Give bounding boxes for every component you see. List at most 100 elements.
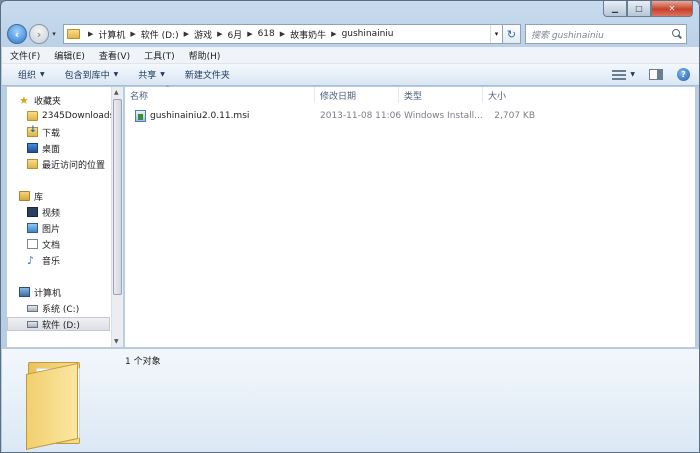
column-header-modified[interactable]: 修改日期 (315, 87, 399, 103)
include-in-library-button[interactable]: 包含到库中 ▼ (65, 68, 119, 81)
menu-help[interactable]: 帮助(H) (189, 49, 221, 62)
nav-label: 音乐 (42, 256, 61, 267)
preview-pane-icon[interactable] (649, 69, 663, 80)
recent-pages-dropdown[interactable]: ▾ (49, 30, 59, 38)
file-list-pane: 名称 ⌃ 修改日期 类型 大小 gushinainiu2.0.11.msi 201… (125, 85, 695, 347)
crumb-separator-icon[interactable]: ▶ (247, 30, 252, 38)
nav-scrollbar[interactable]: ▲ ▼ (111, 87, 123, 347)
search-input[interactable]: 搜索 gushinainiu (525, 24, 687, 44)
crumb-separator-icon[interactable]: ▶ (88, 30, 93, 38)
nav-item-downloads[interactable]: 下载 (27, 125, 60, 139)
nav-label: 2345Downloads (42, 111, 115, 121)
breadcrumb-gushinainiu[interactable]: gushinainiu (342, 29, 394, 39)
column-label: 名称 (130, 91, 149, 102)
column-label: 类型 (404, 91, 423, 102)
nav-label: 视频 (42, 208, 61, 219)
breadcrumb-june[interactable]: 6月 (227, 28, 242, 41)
column-label: 大小 (488, 91, 507, 102)
nav-item-drive-c[interactable]: 系统 (C:) (27, 301, 79, 315)
scroll-down-icon[interactable]: ▼ (114, 338, 119, 345)
breadcrumb: 计算机 ▶ 软件 (D:) ▶ 游戏 ▶ 6月 ▶ 618 ▶ 故事奶牛 ▶ g… (98, 28, 393, 41)
column-header-name[interactable]: 名称 ⌃ (125, 85, 315, 103)
scroll-up-icon[interactable]: ▲ (114, 89, 119, 96)
minimize-button[interactable]: ▁ (603, 1, 627, 17)
back-button[interactable]: ‹ (7, 24, 27, 44)
nav-item-documents[interactable]: 文档 (27, 237, 60, 251)
breadcrumb-games[interactable]: 游戏 (194, 28, 212, 41)
crumb-separator-icon[interactable]: ▶ (184, 30, 189, 38)
nav-computer[interactable]: 计算机 (19, 285, 61, 299)
breadcrumb-story-cow[interactable]: 故事奶牛 (290, 28, 326, 41)
nav-label: 计算机 (34, 288, 62, 299)
menu-tools[interactable]: 工具(T) (144, 49, 175, 62)
refresh-icon: ↻ (506, 27, 517, 41)
breadcrumb-computer[interactable]: 计算机 (98, 28, 125, 41)
breadcrumb-drive-d[interactable]: 软件 (D:) (141, 28, 179, 41)
include-library-label: 包含到库中 (64, 71, 110, 81)
table-row[interactable]: gushinainiu2.0.11.msi 2013-11-08 11:06 W… (135, 109, 675, 123)
column-label: 修改日期 (320, 91, 357, 102)
nav-item-videos[interactable]: 视频 (27, 205, 60, 219)
menu-file[interactable]: 文件(F) (10, 49, 40, 62)
search-placeholder: 搜索 gushinainiu (531, 30, 604, 41)
music-note-icon: ♪ (27, 253, 35, 267)
refresh-button[interactable]: ↻ (503, 24, 521, 44)
crumb-separator-icon[interactable]: ▶ (217, 30, 222, 38)
address-bar[interactable]: ▶ 计算机 ▶ 软件 (D:) ▶ 游戏 ▶ 6月 ▶ 618 ▶ 故事奶牛 ▶… (63, 24, 503, 44)
organize-button[interactable]: 组织 ▼ (18, 68, 45, 81)
crumb-separator-icon[interactable]: ▶ (130, 30, 135, 38)
close-button[interactable]: ✕ (651, 1, 693, 17)
scroll-thumb[interactable] (113, 99, 122, 295)
column-header-size[interactable]: 大小 (483, 87, 541, 103)
computer-icon (19, 287, 30, 297)
folder-icon (67, 29, 80, 39)
share-button[interactable]: 共享 ▼ (138, 68, 165, 81)
nav-item-pictures[interactable]: 图片 (27, 221, 60, 235)
recent-places-icon (27, 159, 38, 169)
column-header-row: 名称 ⌃ 修改日期 类型 大小 (125, 85, 695, 103)
nav-item-recent[interactable]: 最近访问的位置 (27, 157, 105, 171)
nav-label: 图片 (42, 224, 61, 235)
nav-libraries[interactable]: 库 (19, 189, 43, 203)
document-icon (27, 239, 38, 249)
nav-item-2345downloads[interactable]: 2345Downloads (27, 109, 114, 123)
help-icon[interactable]: ? (677, 68, 690, 81)
nav-item-desktop[interactable]: 桌面 (27, 141, 60, 155)
new-folder-button[interactable]: 新建文件夹 (185, 68, 230, 81)
drive-icon (27, 304, 38, 312)
breadcrumb-618[interactable]: 618 (258, 29, 275, 39)
command-bar: 组织 ▼ 包含到库中 ▼ 共享 ▼ 新建文件夹 ▼ ? (2, 64, 699, 86)
item-count: 1 个对象 (125, 357, 161, 367)
file-name-cell[interactable]: gushinainiu2.0.11.msi (135, 109, 249, 123)
folder-icon (27, 111, 38, 121)
crumb-separator-icon[interactable]: ▶ (331, 30, 336, 38)
nav-item-music[interactable]: ♪ 音乐 (27, 253, 60, 267)
search-icon[interactable] (672, 29, 682, 39)
maximize-button[interactable]: □ (627, 1, 651, 17)
nav-favorites[interactable]: ★ 收藏夹 (19, 93, 61, 107)
new-folder-label: 新建文件夹 (184, 71, 230, 81)
star-icon: ★ (19, 93, 29, 107)
navigation-row: ‹ › ▾ ▶ 计算机 ▶ 软件 (D:) ▶ 游戏 ▶ 6月 ▶ 618 ▶ … (7, 23, 695, 45)
close-icon: ✕ (668, 4, 676, 13)
pictures-icon (27, 223, 38, 233)
nav-item-drive-d[interactable]: 软件 (D:) (7, 317, 110, 331)
menu-view[interactable]: 查看(V) (99, 49, 130, 62)
downloads-icon (27, 125, 38, 137)
chevron-down-icon[interactable]: ▼ (630, 71, 635, 78)
forward-button[interactable]: › (29, 24, 49, 44)
menu-edit[interactable]: 编辑(E) (54, 49, 85, 62)
column-header-type[interactable]: 类型 (399, 87, 483, 103)
nav-label: 桌面 (42, 144, 61, 155)
explorer-window: ▁ □ ✕ ‹ › ▾ ▶ 计算机 ▶ 软件 (D:) ▶ 游戏 ▶ 6月 ▶ … (0, 0, 700, 453)
nav-label: 收藏夹 (34, 96, 62, 107)
minimize-icon: ▁ (611, 4, 619, 13)
chevron-down-icon: ▼ (40, 71, 45, 78)
crumb-separator-icon[interactable]: ▶ (280, 30, 285, 38)
nav-label: 库 (34, 192, 44, 203)
installer-package-icon (135, 110, 146, 122)
maximize-icon: □ (635, 4, 643, 13)
back-arrow-icon: ‹ (14, 27, 20, 41)
address-history-dropdown[interactable]: ▾ (490, 25, 502, 43)
view-options-icon[interactable] (612, 69, 627, 80)
